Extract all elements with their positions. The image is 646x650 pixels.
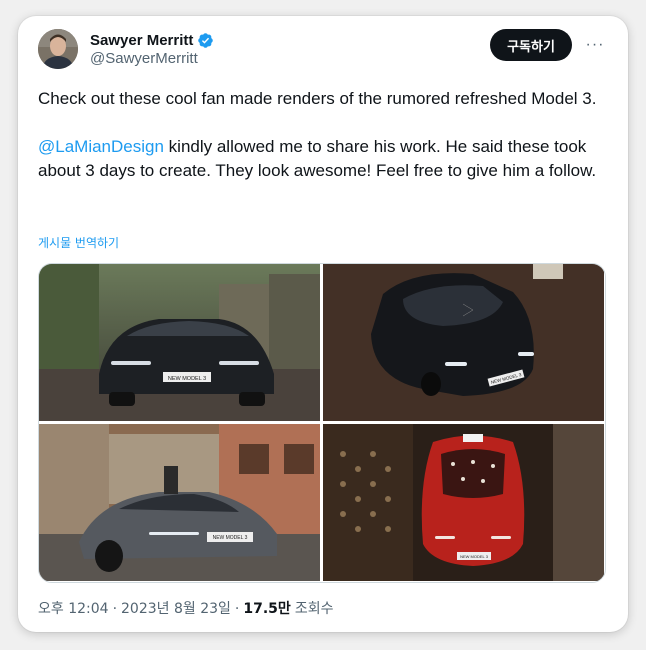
views-count: 17.5만 — [243, 601, 291, 617]
media-grid: NEW MODEL 3 NEW MODEL 3 NEW MODEL 3 NEW … — [38, 263, 606, 583]
tweet-text: Check out these cool fan made renders of… — [38, 87, 613, 183]
subscribe-button[interactable]: 구독하기 — [490, 29, 572, 61]
media-image-3[interactable]: NEW MODEL 3 — [39, 424, 320, 581]
author-display-name[interactable]: Sawyer Merritt — [90, 32, 193, 49]
translate-post-link[interactable]: 게시물 번역하기 — [38, 234, 119, 251]
tweet-time[interactable]: 오후 12:04 — [38, 598, 109, 618]
avatar[interactable] — [38, 29, 78, 69]
mention-link[interactable]: @LaMianDesign — [38, 137, 164, 156]
tweet-card: Sawyer Merritt @SawyerMerritt 구독하기 ··· C… — [18, 16, 628, 632]
meta-separator: · — [234, 601, 240, 617]
avatar-image — [38, 29, 78, 69]
tweet-date[interactable]: 2023년 8월 23일 — [121, 598, 231, 618]
media-image-4[interactable]: NEW MODEL 3 — [323, 424, 604, 581]
media-image-1[interactable]: NEW MODEL 3 — [39, 264, 320, 421]
tweet-paragraph-1: Check out these cool fan made renders of… — [38, 89, 597, 108]
meta-separator: · — [112, 601, 118, 617]
media-image-2[interactable]: NEW MODEL 3 — [323, 264, 604, 421]
license-plate-1: NEW MODEL 3 — [168, 376, 206, 382]
tweet-paragraph-2: @LaMianDesign kindly allowed me to share… — [38, 135, 613, 183]
license-plate-3: NEW MODEL 3 — [213, 535, 248, 541]
tweet-meta: 오후 12:04 · 2023년 8월 23일 · 17.5만 조회수 — [38, 598, 333, 618]
author-handle[interactable]: @SawyerMerritt — [90, 50, 198, 67]
author-name-row: Sawyer Merritt — [90, 30, 214, 50]
verified-badge-icon — [197, 32, 214, 49]
views-label: 조회수 — [294, 601, 334, 617]
license-plate-4: NEW MODEL 3 — [460, 554, 489, 559]
more-options-icon[interactable]: ··· — [584, 34, 606, 56]
